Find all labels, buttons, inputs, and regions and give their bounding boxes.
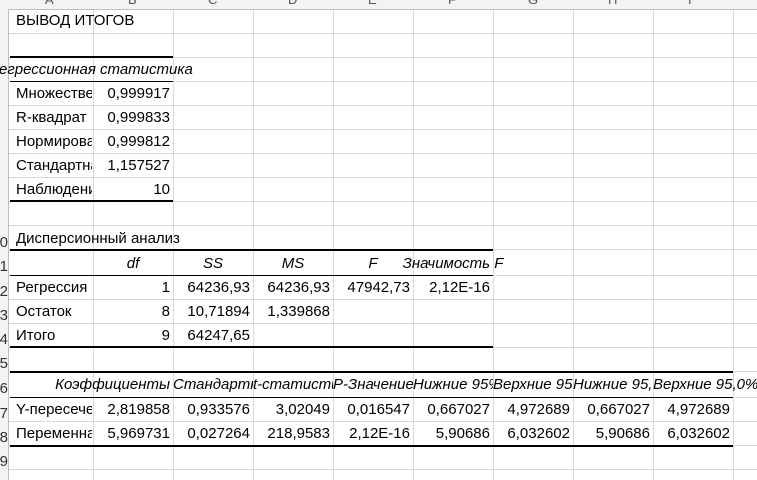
gridline: [0, 33, 757, 34]
coef-cell[interactable]: 4,972689: [493, 398, 570, 422]
stat-value[interactable]: 0,999917: [93, 82, 170, 106]
anova-cell[interactable]: [333, 324, 410, 348]
stat-value[interactable]: 0,999812: [93, 130, 170, 154]
row-number[interactable]: 1: [0, 258, 8, 275]
gridline: [0, 469, 757, 470]
stat-label[interactable]: Множественный R: [16, 82, 92, 106]
table-border: [10, 200, 173, 202]
coef-cell[interactable]: 5,969731: [93, 422, 170, 446]
coef-header[interactable]: Нижние 95,0%: [573, 373, 653, 397]
coef-header[interactable]: Верхние 95%: [493, 373, 573, 397]
anova-header-df[interactable]: df: [93, 252, 173, 276]
anova-cell[interactable]: 47942,73: [333, 276, 410, 300]
anova-cell[interactable]: 10,71894: [173, 300, 250, 324]
row-number[interactable]: 7: [0, 405, 8, 422]
row-number[interactable]: 9: [0, 453, 8, 470]
coef-cell[interactable]: 4,972689: [653, 398, 730, 422]
coef-header[interactable]: Верхние 95,0%: [653, 373, 757, 397]
coef-header[interactable]: Стандартная ошибка: [173, 373, 253, 397]
coef-row-label[interactable]: Y-пересечение: [16, 398, 92, 422]
coef-cell[interactable]: 3,02049: [253, 398, 330, 422]
coef-cell[interactable]: 0,667027: [573, 398, 650, 422]
row-number[interactable]: 0: [0, 234, 8, 251]
table-border: [10, 249, 493, 251]
anova-cell[interactable]: [413, 324, 490, 348]
stat-label[interactable]: Нормированный R-квадрат: [16, 130, 92, 154]
anova-header-ms[interactable]: MS: [253, 252, 333, 276]
column-header-d[interactable]: D: [288, 0, 297, 7]
stat-value[interactable]: 1,157527: [93, 154, 170, 178]
anova-row-label[interactable]: Остаток: [16, 300, 92, 324]
row-number[interactable]: 6: [0, 380, 8, 397]
row-number[interactable]: 8: [0, 429, 8, 446]
coef-header[interactable]: Коэффициенты: [13, 373, 170, 397]
coef-cell[interactable]: 0,667027: [413, 398, 490, 422]
anova-cell[interactable]: 8: [93, 300, 170, 324]
row-number[interactable]: 4: [0, 331, 8, 348]
row-number[interactable]: 2: [0, 283, 8, 300]
coef-cell[interactable]: 6,032602: [653, 422, 730, 446]
column-header-b[interactable]: B: [128, 0, 137, 7]
coef-cell[interactable]: 0,016547: [333, 398, 410, 422]
coef-cell[interactable]: 5,90686: [413, 422, 490, 446]
coef-cell[interactable]: 0,027264: [173, 422, 250, 446]
anova-cell[interactable]: 64236,93: [253, 276, 330, 300]
coef-row-label[interactable]: Переменная X 1: [16, 422, 92, 446]
anova-row-label[interactable]: Регрессия: [16, 276, 92, 300]
anova-cell[interactable]: 2,12E-16: [413, 276, 490, 300]
regstats-header[interactable]: Регрессионная статистика: [0, 58, 227, 82]
column-header-a[interactable]: A: [45, 0, 54, 7]
column-header-e[interactable]: E: [368, 0, 377, 7]
coef-cell[interactable]: 2,819858: [93, 398, 170, 422]
summary-title[interactable]: ВЫВОД ИТОГОВ: [16, 9, 176, 33]
row-number[interactable]: 3: [0, 307, 8, 324]
anova-cell[interactable]: [413, 300, 490, 324]
column-header-i[interactable]: I: [688, 0, 692, 7]
anova-title[interactable]: Дисперсионный анализ: [16, 227, 236, 251]
anova-header-ss[interactable]: SS: [173, 252, 253, 276]
stat-label[interactable]: R-квадрат: [16, 106, 92, 130]
anova-cell[interactable]: 9: [93, 324, 170, 348]
row-number[interactable]: 5: [0, 355, 8, 372]
column-header-c[interactable]: C: [208, 0, 217, 7]
column-header-g[interactable]: G: [528, 0, 538, 7]
anova-row-label[interactable]: Итого: [16, 324, 92, 348]
coef-cell[interactable]: 218,9583: [253, 422, 330, 446]
coef-cell[interactable]: 2,12E-16: [333, 422, 410, 446]
gridline: [0, 225, 757, 226]
coef-cell[interactable]: 0,933576: [173, 398, 250, 422]
coef-cell[interactable]: 6,032602: [493, 422, 570, 446]
gridline: [733, 0, 734, 480]
table-border: [10, 346, 493, 348]
stat-value[interactable]: 0,999833: [93, 106, 170, 130]
stat-value[interactable]: 10: [93, 178, 170, 202]
stat-label[interactable]: Стандартная ошибка: [16, 154, 92, 178]
anova-cell[interactable]: [253, 324, 330, 348]
table-border: [10, 445, 733, 447]
column-header-f[interactable]: F: [448, 0, 456, 7]
anova-cell[interactable]: 64247,65: [173, 324, 250, 348]
stat-label[interactable]: Наблюдения: [16, 178, 92, 202]
anova-cell[interactable]: [333, 300, 410, 324]
coef-cell[interactable]: 5,90686: [573, 422, 650, 446]
coef-header[interactable]: P-Значение: [333, 373, 413, 397]
coef-header[interactable]: t-статистика: [253, 373, 333, 397]
anova-header-significance[interactable]: Значимость F: [393, 252, 513, 276]
spreadsheet-grid[interactable]: A B C D E F G H I 0 1 2 3 4 5 6 7 8 9 ВЫ…: [0, 0, 757, 480]
anova-cell[interactable]: 1: [93, 276, 170, 300]
anova-cell[interactable]: 64236,93: [173, 276, 250, 300]
coef-header[interactable]: Нижние 95%: [413, 373, 493, 397]
anova-cell[interactable]: 1,339868: [253, 300, 330, 324]
column-header-h[interactable]: H: [608, 0, 617, 7]
